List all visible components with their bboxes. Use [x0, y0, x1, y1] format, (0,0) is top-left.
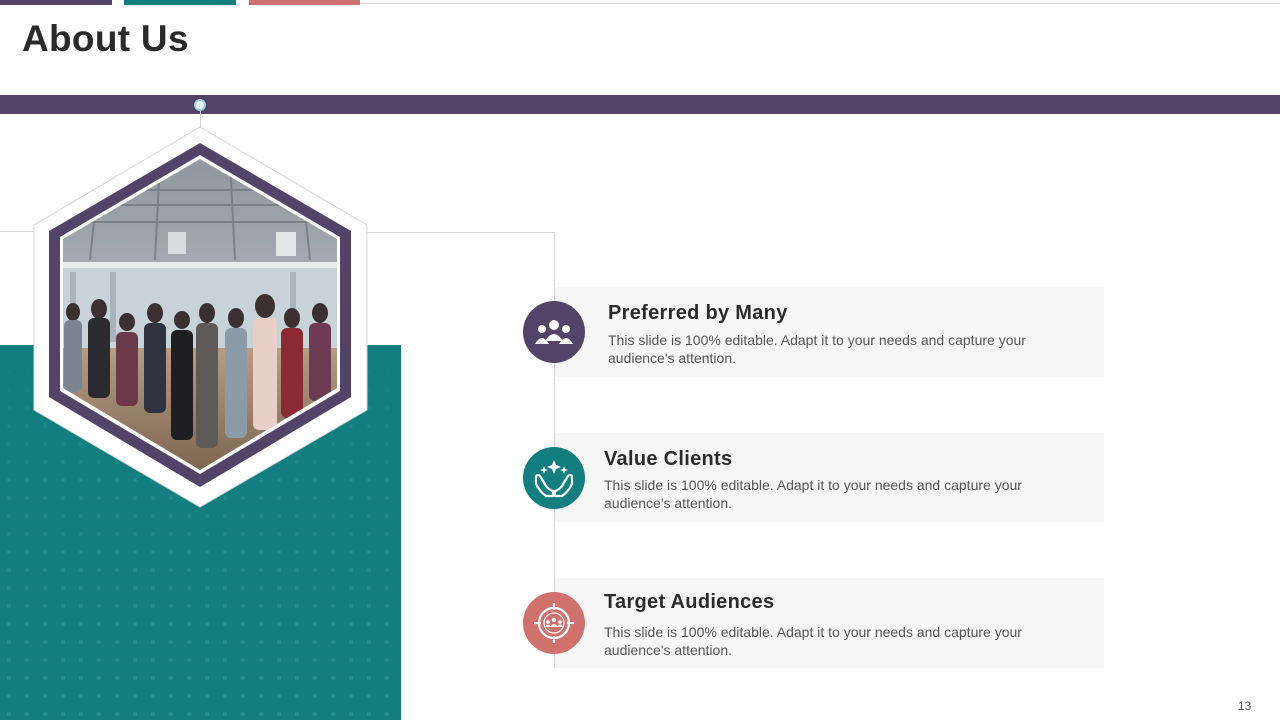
item-description: This slide is 100% editable. Adapt it to… — [604, 477, 1022, 511]
item-description: This slide is 100% editable. Adapt it to… — [604, 624, 1022, 658]
icon-circle-preferred — [523, 301, 585, 363]
item-description: This slide is 100% editable. Adapt it to… — [608, 332, 1026, 366]
hands-sparkle-icon — [534, 460, 574, 498]
icon-circle-value — [523, 447, 585, 509]
item-title: Value Clients — [604, 448, 733, 470]
people-group-icon — [535, 320, 573, 344]
icon-circle-target — [523, 592, 585, 654]
page-number: 13 — [1238, 699, 1252, 713]
item-title: Preferred by Many — [608, 302, 788, 324]
item-title: Target Audiences — [604, 591, 775, 613]
target-audience-icon — [534, 603, 574, 643]
top-divider — [360, 3, 1280, 4]
hexagon-photo-frame — [33, 126, 368, 508]
